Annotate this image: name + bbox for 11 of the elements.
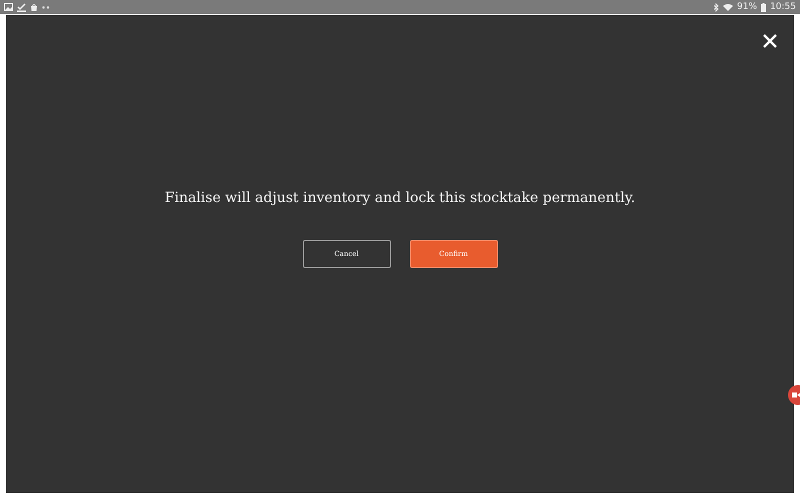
battery-level: 91% <box>737 2 758 12</box>
wifi-icon <box>723 3 734 11</box>
bag-icon <box>30 3 38 11</box>
checkmark-icon <box>17 2 26 12</box>
bluetooth-icon <box>714 2 720 12</box>
confirmation-message: Finalise will adjust inventory and lock this stocktake permanently. <box>164 190 636 206</box>
more-icon <box>42 6 50 8</box>
clock: 10:55 <box>770 2 796 12</box>
close-button[interactable] <box>762 33 778 49</box>
image-icon <box>4 3 13 11</box>
battery-icon <box>761 2 766 12</box>
